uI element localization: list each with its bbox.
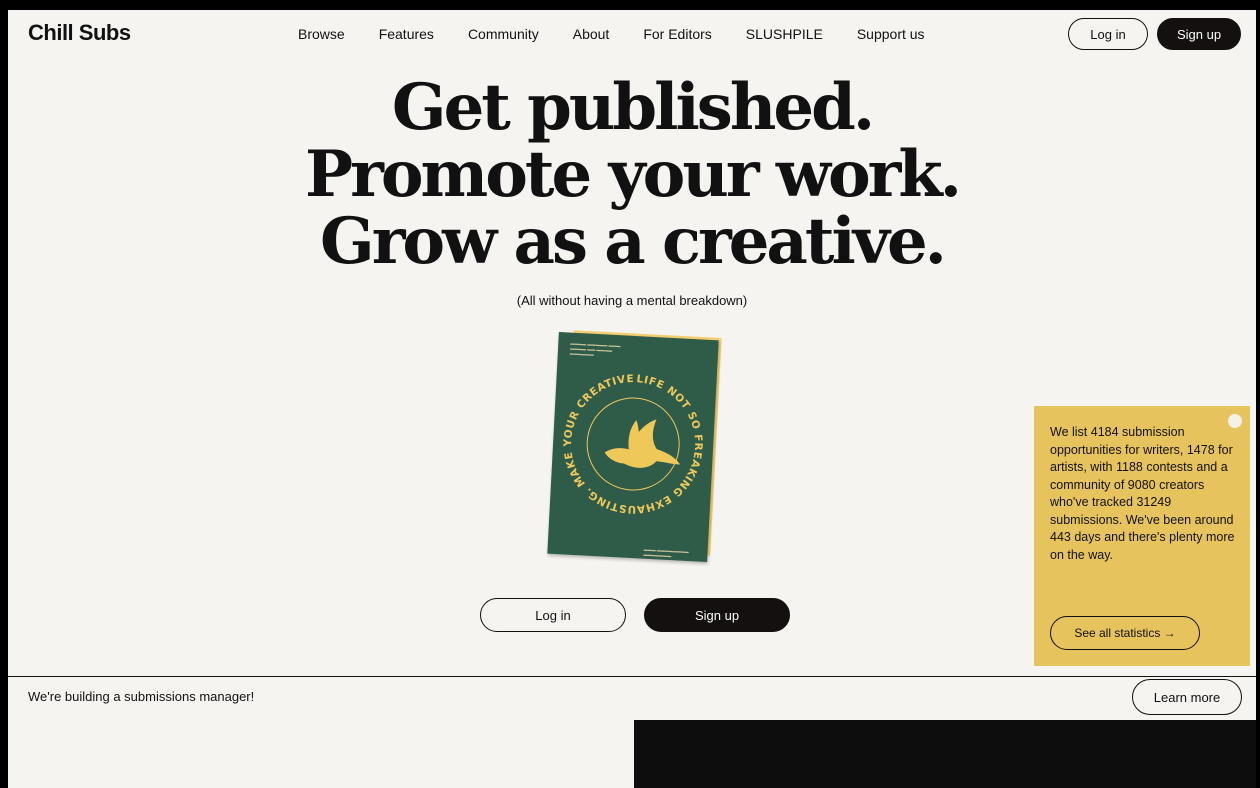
hero-title-line-2: Promote your work.	[304, 137, 962, 212]
nav-for-editors[interactable]: For Editors	[643, 26, 711, 42]
hero-subtitle: (All without having a mental breakdown)	[516, 293, 748, 308]
hero-title: Get published. Promote your work. Grow a…	[8, 74, 1256, 275]
learn-more-button[interactable]: Learn more	[1132, 679, 1242, 715]
banner-text: We're building a submissions manager!	[28, 689, 255, 704]
page: Chill Subs Browse Features Community Abo…	[8, 10, 1256, 788]
header-login-button[interactable]: Log in	[1068, 18, 1148, 50]
nav-support-us[interactable]: Support us	[857, 26, 925, 42]
close-icon[interactable]	[1228, 414, 1242, 428]
see-all-statistics-button[interactable]: See all statistics →	[1050, 616, 1200, 650]
hero-signup-button[interactable]: Sign up	[644, 598, 790, 632]
nav-slushpile[interactable]: SLUSHPILE	[746, 26, 823, 42]
logo[interactable]: Chill Subs	[28, 20, 131, 46]
header-signup-button[interactable]: Sign up	[1157, 18, 1241, 50]
hero-login-button[interactable]: Log in	[480, 598, 626, 632]
stats-card: We list 4184 submission opportunities fo…	[1034, 406, 1250, 666]
stats-text: We list 4184 submission opportunities fo…	[1050, 425, 1235, 562]
hero-title-line-1: Get published.	[391, 70, 875, 145]
nav-community[interactable]: Community	[468, 26, 539, 42]
preview-panel	[634, 720, 1256, 788]
main-nav: Browse Features Community About For Edit…	[298, 26, 959, 42]
nav-browse[interactable]: Browse	[298, 26, 345, 42]
book-cover-art: LIFE NOT SO FREAKING EXHAUSTING. MAKE YO…	[558, 369, 707, 518]
nav-about[interactable]: About	[573, 26, 610, 42]
hero-title-line-3: Grow as a creative.	[320, 204, 947, 279]
nav-features[interactable]: Features	[379, 26, 434, 42]
dove-icon	[604, 419, 681, 468]
divider	[8, 676, 1256, 677]
book-illustration: ▬▬▬▬ ▬▬▬▬▬ ▬▬▬ ▬▬▬▬ ▬▬ ▬▬▬▬ ▬▬▬▬▬▬ LIFE NO…	[547, 331, 719, 563]
